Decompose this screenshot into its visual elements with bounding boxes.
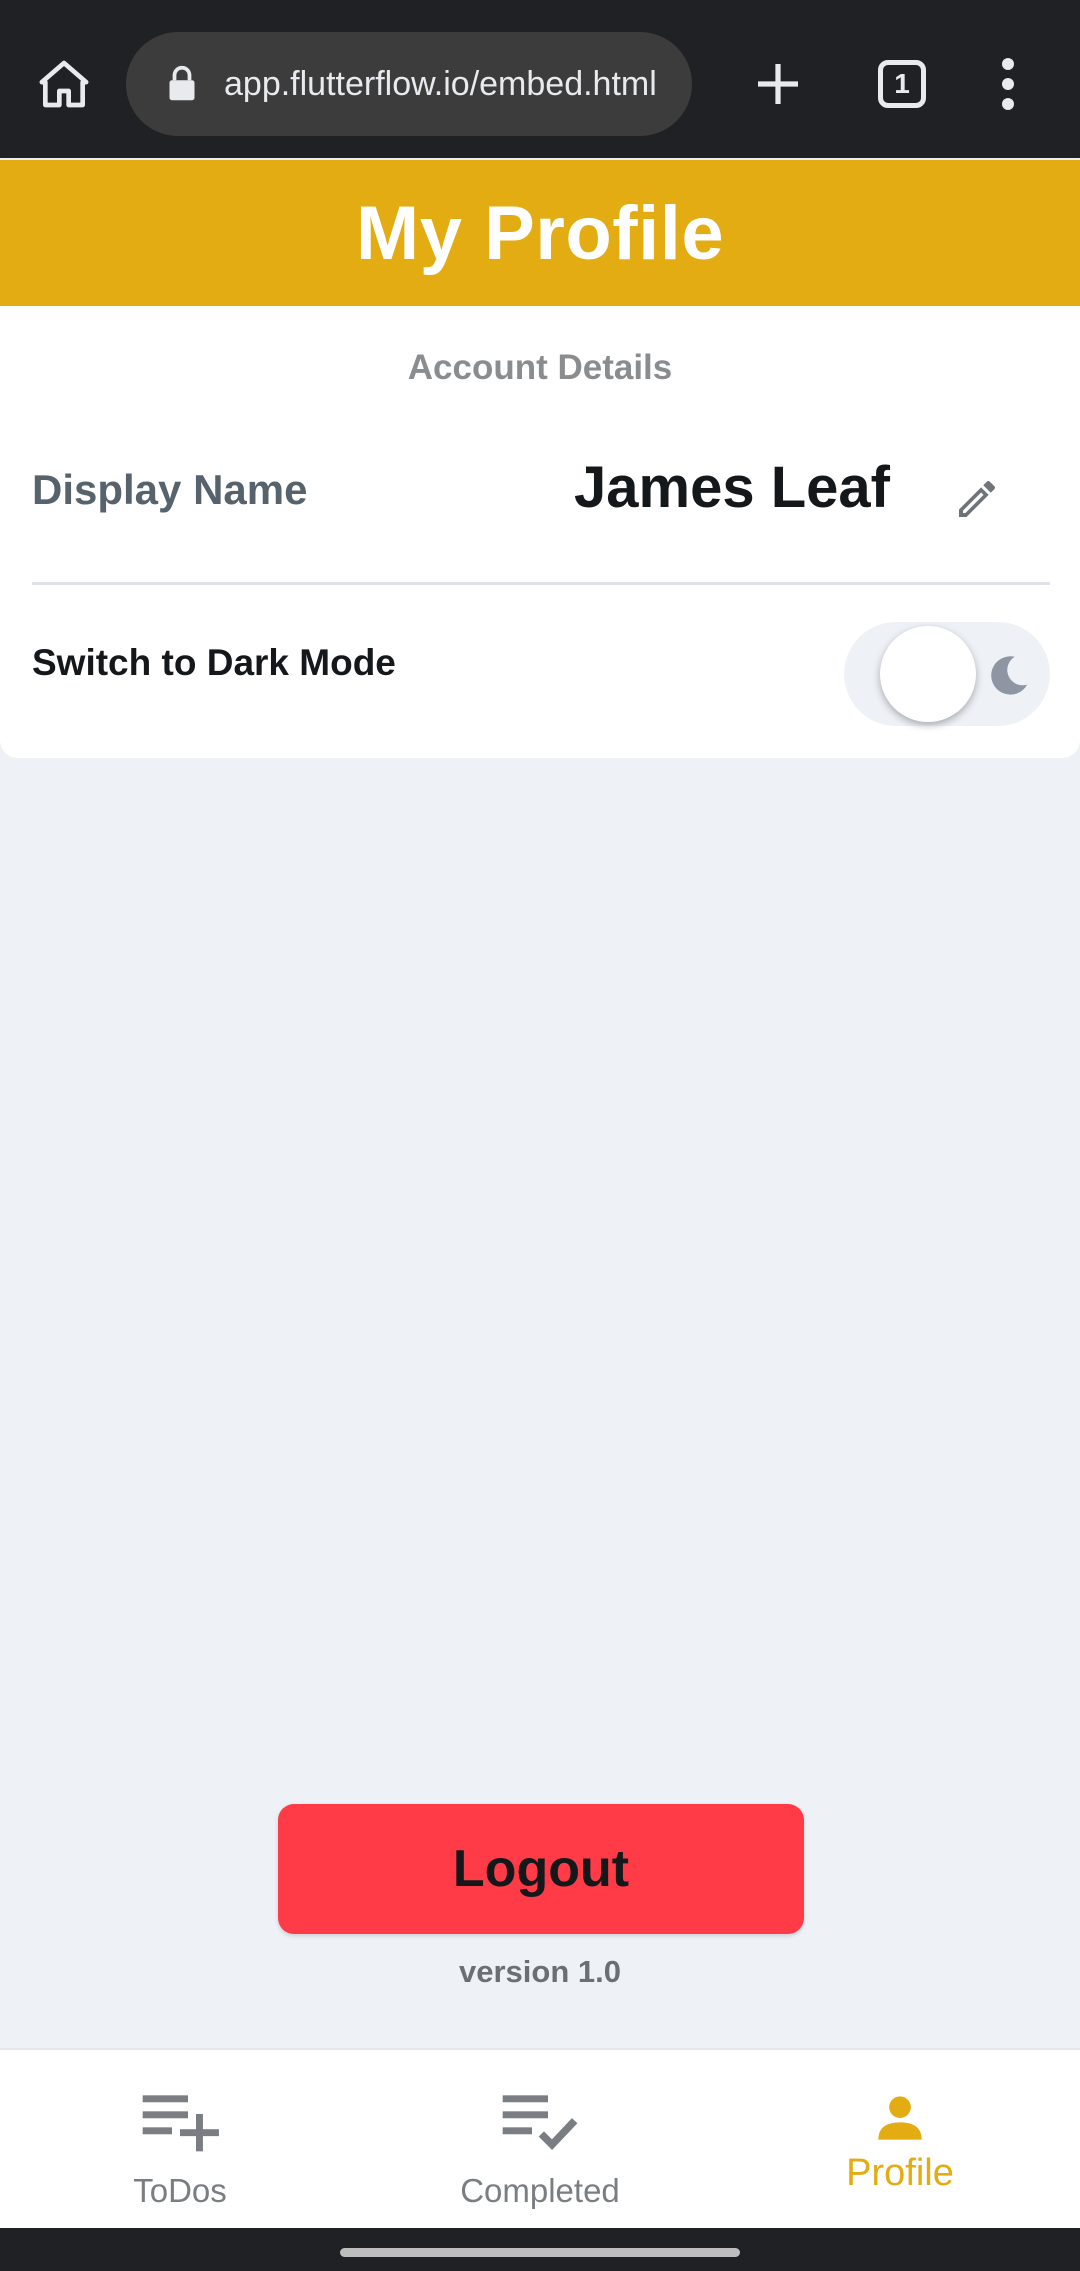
playlist-add-check-icon (360, 2090, 720, 2154)
home-gesture-handle[interactable] (340, 2248, 740, 2257)
more-vert-icon[interactable] (992, 50, 1024, 118)
display-name-value: James Leaf (574, 455, 890, 520)
nav-item-completed[interactable]: Completed (360, 2050, 720, 2230)
logout-button[interactable]: Logout (278, 1804, 804, 1934)
lock-icon (162, 60, 202, 108)
version-text: version 1.0 (459, 1954, 621, 1989)
plus-icon[interactable] (744, 50, 812, 118)
account-card: Account Details Display Name James Leaf … (0, 306, 1080, 758)
divider (32, 582, 1050, 585)
tab-count-button[interactable]: 1 (878, 60, 926, 108)
display-name-row: Display Name James Leaf (32, 426, 1050, 576)
nav-label-todos: ToDos (133, 2172, 227, 2209)
edit-icon[interactable] (942, 464, 1012, 534)
address-bar[interactable]: app.flutterflow.io/embed.html (126, 32, 692, 136)
nav-label-completed: Completed (460, 2172, 620, 2209)
section-label: Account Details (407, 348, 673, 387)
nav-item-todos[interactable]: ToDos (0, 2050, 360, 2230)
browser-toolbar: app.flutterflow.io/embed.html 1 (0, 0, 1080, 158)
page-title: My Profile (355, 190, 725, 276)
dark-mode-row: Switch to Dark Mode (32, 596, 1050, 736)
screen: app.flutterflow.io/embed.html 1 My Profi… (0, 0, 1080, 2271)
dark-mode-label: Switch to Dark Mode (32, 642, 396, 683)
toggle-knob (880, 626, 976, 722)
person-icon (720, 2092, 1080, 2144)
app-bar: My Profile (0, 160, 1080, 306)
playlist-add-icon (0, 2090, 360, 2154)
url-text: app.flutterflow.io/embed.html (224, 64, 657, 103)
system-nav-bar (0, 2228, 1080, 2271)
nav-item-profile[interactable]: Profile (720, 2050, 1080, 2230)
display-name-label: Display Name (32, 466, 308, 513)
moon-icon (991, 656, 1028, 695)
bottom-nav: ToDos Completed Profile (0, 2048, 1080, 2228)
nav-label-profile: Profile (846, 2152, 954, 2194)
dark-mode-toggle[interactable] (844, 622, 1050, 726)
home-icon[interactable] (32, 52, 96, 116)
